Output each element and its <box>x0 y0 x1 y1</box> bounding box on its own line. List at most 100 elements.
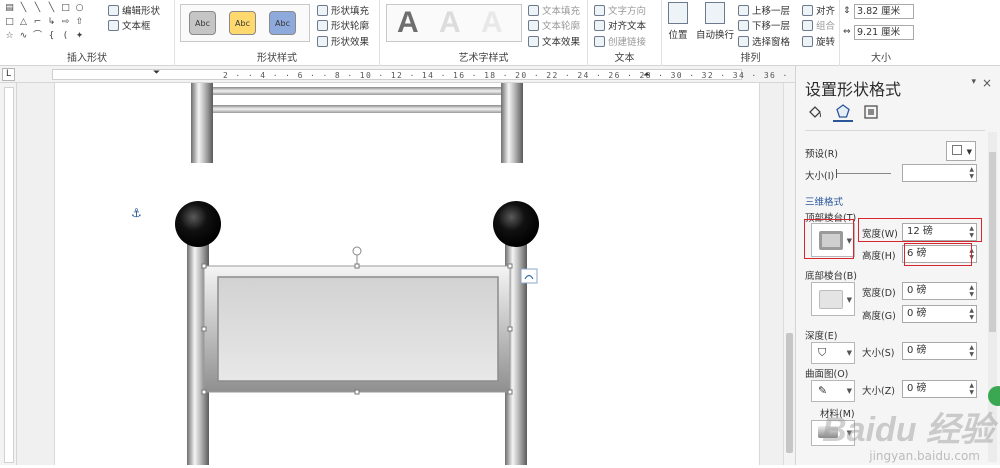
depth-size-value: 0 磅 <box>907 345 927 356</box>
rotate-button[interactable]: 旋转 <box>802 34 835 48</box>
bottom-width-input[interactable]: 0 磅 ▲ ▼ <box>902 282 977 300</box>
style-swatch-blue[interactable]: Abc <box>269 11 296 35</box>
shape-fill-button[interactable]: 形状填充 <box>317 3 369 17</box>
depth-color-dropdown[interactable]: ⛉ ▼ <box>811 342 855 364</box>
group-text: 文字方向 对齐文本 创建链接 文本 <box>588 0 662 66</box>
tab-size-properties[interactable] <box>861 102 881 122</box>
shape-style-gallery[interactable]: Abc Abc Abc <box>180 4 310 42</box>
pane-close-button[interactable]: × <box>982 76 992 90</box>
bring-forward-button[interactable]: 上移一层 <box>738 3 790 17</box>
line-shape-icon[interactable]: ╲ <box>45 3 58 13</box>
group-icon <box>802 19 813 31</box>
spinner-icon[interactable]: ▲ ▼ <box>969 307 974 321</box>
curve-shape-icon[interactable]: ∿ <box>17 31 30 41</box>
create-link-button[interactable]: 创建链接 <box>594 34 646 48</box>
effects-icon <box>317 35 328 47</box>
rectangle-shape-icon[interactable]: □ <box>59 3 72 13</box>
square-shape-icon[interactable]: □ <box>3 17 16 27</box>
shape-height-input[interactable]: 3.82 厘米 <box>854 4 914 19</box>
resize-handle-bl[interactable] <box>201 389 207 395</box>
contour-size-input[interactable]: 0 磅 ▲ ▼ <box>902 380 977 398</box>
section-3d-format[interactable]: 三维格式 <box>805 194 843 208</box>
wordart-sample-1[interactable]: A <box>397 6 419 40</box>
elbow-shape-icon[interactable]: ↳ <box>45 17 58 27</box>
group-size: ⇕ 3.82 厘米 ⇔ 9.21 厘米 大小 <box>840 0 922 66</box>
preset-dropdown[interactable]: ▼ <box>946 141 976 161</box>
resize-handle-r[interactable] <box>507 326 513 332</box>
shape-effects-button[interactable]: 形状效果 <box>317 34 369 48</box>
line-shape-icon[interactable]: ╲ <box>31 3 44 13</box>
text-outline-button[interactable]: 文本轮廓 <box>528 18 580 32</box>
spinner-icon[interactable]: ▲ ▼ <box>969 166 974 180</box>
send-backward-button[interactable]: 下移一层 <box>738 18 790 32</box>
size-input[interactable]: ▲ ▼ <box>902 164 977 182</box>
pane-scrollbar-thumb[interactable] <box>989 152 996 332</box>
spinner-icon[interactable]: ▲ ▼ <box>969 284 974 298</box>
tab-effects[interactable] <box>833 102 853 122</box>
rotation-handle[interactable] <box>352 246 362 256</box>
wordart-gallery[interactable]: A A A <box>386 4 522 42</box>
vertical-ruler[interactable] <box>0 83 17 465</box>
wrap-text-label: 自动换行 <box>696 30 735 41</box>
group-label-shape-styles: 形状样式 <box>257 53 297 64</box>
tab-fill-line[interactable] <box>805 102 825 122</box>
position-button[interactable]: 位置 <box>668 2 688 41</box>
text-box-button[interactable]: 文本框 <box>108 18 151 32</box>
wrap-text-button[interactable]: 自动换行 <box>696 2 734 41</box>
spinner-icon[interactable]: ▲ ▼ <box>969 344 974 358</box>
oval-shape-icon[interactable]: ○ <box>73 3 86 13</box>
resize-handle-b[interactable] <box>354 389 360 395</box>
selection-pane-button[interactable]: 选择窗格 <box>738 34 790 48</box>
bottom-height-input[interactable]: 0 磅 ▲ ▼ <box>902 305 977 323</box>
right-indent-icon[interactable]: ⏶ <box>643 70 650 80</box>
pane-options-dropdown[interactable]: ▾ <box>971 77 976 87</box>
tab-selector[interactable]: L <box>2 68 15 81</box>
rotate-icon <box>802 35 813 47</box>
shape-width-input[interactable]: 9.21 厘米 <box>854 25 914 40</box>
wordart-sample-2[interactable]: A <box>439 6 461 40</box>
arc-shape-icon[interactable]: ⌒ <box>31 31 44 41</box>
horizontal-ruler[interactable]: 2 · · 4 · · 6 · · 8 · 10 · 12 · 14 · 16 … <box>0 66 868 83</box>
anchor-icon[interactable]: ⚓ <box>131 206 142 220</box>
first-line-indent-icon[interactable]: ⏷ <box>153 68 160 78</box>
resize-handle-tr[interactable] <box>507 263 513 269</box>
style-swatch-yellow[interactable]: Abc <box>229 11 256 35</box>
size-slider[interactable] <box>836 173 891 174</box>
resize-handle-tl[interactable] <box>201 263 207 269</box>
shapes-gallery[interactable]: ▤ ╲ ╲ ╲ □ ○ □ △ ⌐ ↳ ⇨ ⇧ ☆ ∿ ⌒ { ( ✦ <box>3 3 103 45</box>
wordart-sample-3[interactable]: A <box>481 6 503 40</box>
arrow-right-icon[interactable]: ⇨ <box>59 17 72 27</box>
resize-handle-br[interactable] <box>507 389 513 395</box>
size-label: 大小(I) <box>805 171 835 182</box>
edit-shape-button[interactable]: 编辑形状 <box>108 3 160 17</box>
bottom-bevel-dropdown[interactable]: ▼ <box>811 282 855 316</box>
spinner-icon[interactable]: ▲ ▼ <box>969 382 974 396</box>
text-direction-button[interactable]: 文字方向 <box>594 3 646 17</box>
text-effects-button[interactable]: 文本效果 <box>528 34 580 48</box>
text-fill-label: 文本填充 <box>542 6 581 17</box>
star-shape-icon[interactable]: ☆ <box>3 31 16 41</box>
textbox-shape-icon[interactable]: ▤ <box>3 3 16 13</box>
brace-shape-icon[interactable]: { <box>45 31 58 41</box>
style-swatch-gray[interactable]: Abc <box>189 11 216 35</box>
resize-handle-t[interactable] <box>354 263 360 269</box>
size-slider-thumb[interactable] <box>836 169 837 178</box>
corner-shape-icon[interactable]: ⌐ <box>31 17 44 27</box>
group-button[interactable]: 组合 <box>802 18 835 32</box>
arrow-up-icon[interactable]: ⇧ <box>73 17 86 27</box>
align-text-button[interactable]: 对齐文本 <box>594 18 646 32</box>
scrollbar-thumb[interactable] <box>786 333 793 453</box>
shape-outline-button[interactable]: 形状轮廓 <box>317 18 369 32</box>
contour-label: 曲面图(O) <box>805 369 849 380</box>
resize-handle-l[interactable] <box>201 326 207 332</box>
depth-size-input[interactable]: 0 磅 ▲ ▼ <box>902 342 977 360</box>
text-fill-button[interactable]: 文本填充 <box>528 3 580 17</box>
triangle-shape-icon[interactable]: △ <box>17 17 30 27</box>
create-link-label: 创建链接 <box>608 37 647 48</box>
star-small-icon[interactable]: ✦ <box>73 31 86 41</box>
bracket-shape-icon[interactable]: ( <box>59 31 72 41</box>
document-vertical-scrollbar[interactable] <box>783 83 795 465</box>
contour-color-dropdown[interactable]: ✎ ▼ <box>811 380 855 402</box>
line-shape-icon[interactable]: ╲ <box>17 3 30 13</box>
align-button[interactable]: 对齐 <box>802 3 835 17</box>
